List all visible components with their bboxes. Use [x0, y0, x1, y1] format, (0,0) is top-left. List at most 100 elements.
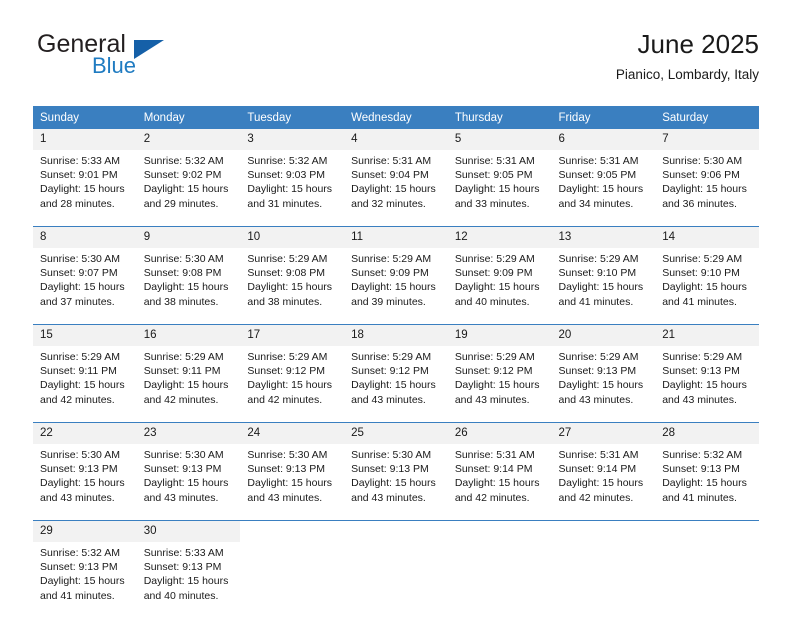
- calendar-day-cell[interactable]: 3 Sunrise: 5:32 AM Sunset: 9:03 PM Dayli…: [240, 129, 344, 227]
- calendar-day-cell[interactable]: 21 Sunrise: 5:29 AM Sunset: 9:13 PM Dayl…: [655, 325, 759, 423]
- day-details: Sunrise: 5:30 AM Sunset: 9:13 PM Dayligh…: [240, 444, 344, 520]
- calendar-day-cell[interactable]: 13 Sunrise: 5:29 AM Sunset: 9:10 PM Dayl…: [552, 227, 656, 325]
- day-details: Sunrise: 5:33 AM Sunset: 9:13 PM Dayligh…: [137, 542, 241, 618]
- sunset-text: Sunset: 9:14 PM: [559, 462, 648, 476]
- day-details: Sunrise: 5:29 AM Sunset: 9:11 PM Dayligh…: [137, 346, 241, 422]
- day-details: Sunrise: 5:29 AM Sunset: 9:13 PM Dayligh…: [655, 346, 759, 422]
- sunset-text: Sunset: 9:03 PM: [247, 168, 336, 182]
- sunset-text: Sunset: 9:08 PM: [144, 266, 233, 280]
- calendar-day-cell[interactable]: 24 Sunrise: 5:30 AM Sunset: 9:13 PM Dayl…: [240, 423, 344, 521]
- calendar-table: Sunday Monday Tuesday Wednesday Thursday…: [33, 106, 759, 618]
- calendar-day-cell[interactable]: 17 Sunrise: 5:29 AM Sunset: 9:12 PM Dayl…: [240, 325, 344, 423]
- calendar-day-cell[interactable]: 5 Sunrise: 5:31 AM Sunset: 9:05 PM Dayli…: [448, 129, 552, 227]
- logo-triangle-icon: [134, 40, 164, 59]
- calendar-day-cell[interactable]: 8 Sunrise: 5:30 AM Sunset: 9:07 PM Dayli…: [33, 227, 137, 325]
- calendar-day-cell[interactable]: 10 Sunrise: 5:29 AM Sunset: 9:08 PM Dayl…: [240, 227, 344, 325]
- calendar-day-cell[interactable]: 23 Sunrise: 5:30 AM Sunset: 9:13 PM Dayl…: [137, 423, 241, 521]
- daylight-text-line1: Daylight: 15 hours: [455, 476, 544, 490]
- day-number: 22: [33, 423, 137, 444]
- day-number: 26: [448, 423, 552, 444]
- day-number: 20: [552, 325, 656, 346]
- calendar-day-cell[interactable]: 25 Sunrise: 5:30 AM Sunset: 9:13 PM Dayl…: [344, 423, 448, 521]
- sunrise-text: Sunrise: 5:29 AM: [351, 350, 440, 364]
- sunrise-text: Sunrise: 5:29 AM: [559, 252, 648, 266]
- day-details: Sunrise: 5:32 AM Sunset: 9:13 PM Dayligh…: [655, 444, 759, 520]
- day-number: 29: [33, 521, 137, 542]
- calendar-week-row: 22 Sunrise: 5:30 AM Sunset: 9:13 PM Dayl…: [33, 423, 759, 521]
- day-number: 11: [344, 227, 448, 248]
- calendar-day-cell[interactable]: 11 Sunrise: 5:29 AM Sunset: 9:09 PM Dayl…: [344, 227, 448, 325]
- sunrise-text: Sunrise: 5:30 AM: [144, 252, 233, 266]
- calendar-day-cell[interactable]: 18 Sunrise: 5:29 AM Sunset: 9:12 PM Dayl…: [344, 325, 448, 423]
- day-number: 17: [240, 325, 344, 346]
- calendar-day-cell[interactable]: 20 Sunrise: 5:29 AM Sunset: 9:13 PM Dayl…: [552, 325, 656, 423]
- day-details: Sunrise: 5:30 AM Sunset: 9:13 PM Dayligh…: [137, 444, 241, 520]
- sunset-text: Sunset: 9:13 PM: [144, 462, 233, 476]
- daylight-text-line2: and 43 minutes.: [351, 491, 440, 505]
- calendar-day-cell[interactable]: 28 Sunrise: 5:32 AM Sunset: 9:13 PM Dayl…: [655, 423, 759, 521]
- day-details: Sunrise: 5:29 AM Sunset: 9:12 PM Dayligh…: [344, 346, 448, 422]
- calendar-day-cell[interactable]: 1 Sunrise: 5:33 AM Sunset: 9:01 PM Dayli…: [33, 129, 137, 227]
- day-details: Sunrise: 5:29 AM Sunset: 9:11 PM Dayligh…: [33, 346, 137, 422]
- daylight-text-line2: and 36 minutes.: [662, 197, 751, 211]
- day-details: Sunrise: 5:30 AM Sunset: 9:13 PM Dayligh…: [33, 444, 137, 520]
- calendar-day-cell[interactable]: 22 Sunrise: 5:30 AM Sunset: 9:13 PM Dayl…: [33, 423, 137, 521]
- calendar-day-cell[interactable]: 12 Sunrise: 5:29 AM Sunset: 9:09 PM Dayl…: [448, 227, 552, 325]
- calendar-day-cell[interactable]: 9 Sunrise: 5:30 AM Sunset: 9:08 PM Dayli…: [137, 227, 241, 325]
- daylight-text-line2: and 28 minutes.: [40, 197, 129, 211]
- sunset-text: Sunset: 9:10 PM: [559, 266, 648, 280]
- calendar-day-cell[interactable]: 2 Sunrise: 5:32 AM Sunset: 9:02 PM Dayli…: [137, 129, 241, 227]
- day-details: Sunrise: 5:32 AM Sunset: 9:03 PM Dayligh…: [240, 150, 344, 226]
- calendar-day-cell[interactable]: 16 Sunrise: 5:29 AM Sunset: 9:11 PM Dayl…: [137, 325, 241, 423]
- calendar-day-cell-empty: [240, 521, 344, 618]
- day-details: Sunrise: 5:29 AM Sunset: 9:09 PM Dayligh…: [448, 248, 552, 324]
- day-number: 3: [240, 129, 344, 150]
- daylight-text-line2: and 40 minutes.: [455, 295, 544, 309]
- sunrise-text: Sunrise: 5:29 AM: [351, 252, 440, 266]
- calendar-day-cell[interactable]: 14 Sunrise: 5:29 AM Sunset: 9:10 PM Dayl…: [655, 227, 759, 325]
- daylight-text-line2: and 33 minutes.: [455, 197, 544, 211]
- calendar-day-cell[interactable]: 15 Sunrise: 5:29 AM Sunset: 9:11 PM Dayl…: [33, 325, 137, 423]
- day-number: [655, 521, 759, 542]
- sunrise-text: Sunrise: 5:29 AM: [247, 252, 336, 266]
- day-details: [655, 542, 759, 618]
- sunset-text: Sunset: 9:13 PM: [351, 462, 440, 476]
- day-number: 7: [655, 129, 759, 150]
- daylight-text-line2: and 34 minutes.: [559, 197, 648, 211]
- sunrise-text: Sunrise: 5:32 AM: [247, 154, 336, 168]
- daylight-text-line2: and 43 minutes.: [144, 491, 233, 505]
- calendar-day-cell[interactable]: 30 Sunrise: 5:33 AM Sunset: 9:13 PM Dayl…: [137, 521, 241, 618]
- day-number: 14: [655, 227, 759, 248]
- weekday-header-thursday: Thursday: [448, 106, 552, 129]
- sunrise-text: Sunrise: 5:29 AM: [662, 252, 751, 266]
- calendar-page: General Blue June 2025 Pianico, Lombardy…: [0, 0, 792, 612]
- calendar-body: 1 Sunrise: 5:33 AM Sunset: 9:01 PM Dayli…: [33, 129, 759, 618]
- calendar-day-cell[interactable]: 26 Sunrise: 5:31 AM Sunset: 9:14 PM Dayl…: [448, 423, 552, 521]
- calendar-day-cell[interactable]: 27 Sunrise: 5:31 AM Sunset: 9:14 PM Dayl…: [552, 423, 656, 521]
- day-number: 10: [240, 227, 344, 248]
- daylight-text-line2: and 29 minutes.: [144, 197, 233, 211]
- sunrise-text: Sunrise: 5:33 AM: [144, 546, 233, 560]
- calendar-day-cell[interactable]: 4 Sunrise: 5:31 AM Sunset: 9:04 PM Dayli…: [344, 129, 448, 227]
- daylight-text-line2: and 42 minutes.: [40, 393, 129, 407]
- day-number: 24: [240, 423, 344, 444]
- calendar-day-cell[interactable]: 7 Sunrise: 5:30 AM Sunset: 9:06 PM Dayli…: [655, 129, 759, 227]
- day-details: [344, 542, 448, 618]
- sunset-text: Sunset: 9:13 PM: [662, 462, 751, 476]
- calendar-day-cell-empty: [344, 521, 448, 618]
- calendar-header-row: Sunday Monday Tuesday Wednesday Thursday…: [33, 106, 759, 129]
- day-details: Sunrise: 5:33 AM Sunset: 9:01 PM Dayligh…: [33, 150, 137, 226]
- sunset-text: Sunset: 9:10 PM: [662, 266, 751, 280]
- daylight-text-line1: Daylight: 15 hours: [559, 280, 648, 294]
- day-details: Sunrise: 5:31 AM Sunset: 9:14 PM Dayligh…: [448, 444, 552, 520]
- calendar-day-cell[interactable]: 19 Sunrise: 5:29 AM Sunset: 9:12 PM Dayl…: [448, 325, 552, 423]
- day-number: 25: [344, 423, 448, 444]
- calendar-week-row: 15 Sunrise: 5:29 AM Sunset: 9:11 PM Dayl…: [33, 325, 759, 423]
- sunrise-text: Sunrise: 5:31 AM: [455, 154, 544, 168]
- logo-text-blue: Blue: [92, 53, 136, 79]
- calendar-day-cell[interactable]: 6 Sunrise: 5:31 AM Sunset: 9:05 PM Dayli…: [552, 129, 656, 227]
- calendar-week-row: 1 Sunrise: 5:33 AM Sunset: 9:01 PM Dayli…: [33, 129, 759, 227]
- daylight-text-line1: Daylight: 15 hours: [351, 280, 440, 294]
- weekday-header-wednesday: Wednesday: [344, 106, 448, 129]
- calendar-day-cell[interactable]: 29 Sunrise: 5:32 AM Sunset: 9:13 PM Dayl…: [33, 521, 137, 618]
